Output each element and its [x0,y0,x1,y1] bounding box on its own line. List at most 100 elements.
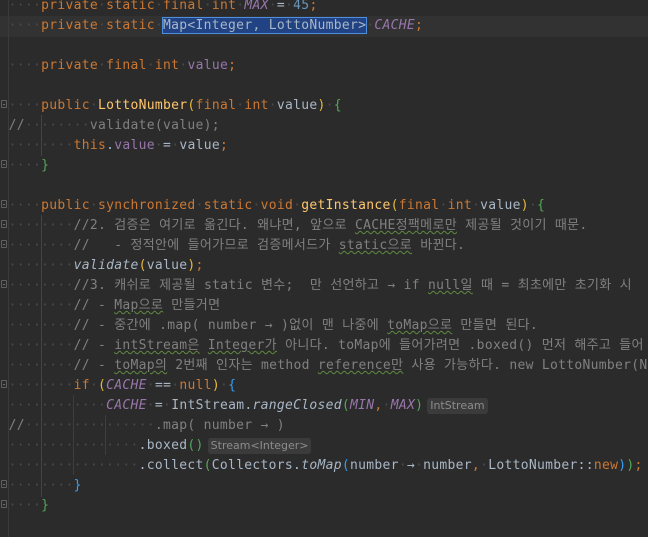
code-token: int [447,198,472,213]
code-token: MIN [350,398,375,413]
code-token: public [41,198,90,213]
whitespace: · [154,18,164,33]
code-line[interactable]: ····private·static·Map<Integer, LottoNum… [9,16,424,36]
type-hint: IntStream [427,398,488,414]
code-token: final [195,98,237,113]
code-token: ( [203,458,212,473]
whitespace: · [268,98,277,113]
code-token: ; [415,18,424,33]
code-token: // [8,118,25,133]
whitespace: · [220,378,229,393]
code-line[interactable]: //················.map( number → ) [9,416,285,436]
code-token: LottoNumber:: [488,458,594,473]
fold-icon[interactable] [1,100,7,108]
whitespace: ···· [8,58,42,73]
code-token: value [276,98,318,113]
whitespace: · [154,138,164,153]
code-token: = [154,398,164,413]
code-line[interactable]: ········this.value·=·value; [9,136,229,156]
code-line[interactable]: ········// - 정적안에 들어가므로 검증메서드가 static으로 … [9,236,466,256]
code-line[interactable]: ········} [9,476,82,496]
code-token: //2. 검증은 여기로 옮긴다. 왜냐면, 앞으로 [73,218,356,233]
code-token: toMap [301,458,342,473]
code-line[interactable]: ····} [9,156,50,176]
whitespace: ···· [8,0,42,13]
code-line[interactable]: ········// - 중간에 .map( number → )없이 맨 나중… [9,316,538,336]
code-token: // - [73,338,115,353]
code-token: 제공될 것이기 때문. [456,218,588,233]
code-token: Collectors. [211,458,302,473]
code-line[interactable]: ········// - toMap의 2번째 인자는 method refer… [9,356,648,376]
whitespace: · [203,0,212,13]
code-token: 만들거면 [163,298,221,313]
code-token: .map( number → ) [154,418,285,433]
whitespace: · [89,198,99,213]
code-token: value [187,58,229,73]
fold-icon[interactable] [1,280,7,288]
fold-icon[interactable] [1,240,7,248]
code-token: } [73,478,82,493]
code-line[interactable]: ········validate(value); [9,256,204,276]
code-token: synchronized [98,198,196,213]
whitespace: ················ [8,438,139,453]
code-line[interactable]: ················.collect(Collectors.toMa… [9,456,643,476]
code-token: { [333,98,342,113]
code-token: int [244,98,269,113]
whitespace: · [146,58,155,73]
code-token: ( [98,378,107,393]
code-line[interactable]: ········// - Map으로 만들거면 [9,296,221,316]
fold-icon[interactable] [1,160,7,168]
code-token: IntStream. [171,398,253,413]
code-line[interactable]: ····private·final·int·value; [9,56,237,76]
whitespace: ········ [8,258,74,273]
code-token: 아니다. toMap에 들어가려면 .boxed() 먼저 해주고 들어 [276,338,644,353]
code-token: null일 [428,278,473,293]
fold-icon[interactable] [1,380,7,388]
fold-icon[interactable] [1,500,7,508]
whitespace: · [252,198,261,213]
code-token: ( [341,398,351,413]
type-hint: Stream<Integer> [207,438,312,454]
code-token: ; [228,58,237,73]
code-token: reference만 [317,358,404,373]
code-token: static [203,198,253,213]
code-line[interactable]: ····private·static·final·int·MAX·=·45; [9,0,318,16]
whitespace: · [163,398,172,413]
code-token: toMap의 [114,358,168,373]
whitespace: ···· [8,158,42,173]
fold-icon[interactable] [1,200,7,208]
code-line[interactable]: ····} [9,496,50,516]
code-token: // - 중간에 .map( number → )없이 맨 나중에 [73,318,388,333]
code-token: number [349,458,399,473]
code-editor[interactable]: ····private·static·final·int·MAX·=·45; ··… [0,0,648,537]
code-line[interactable]: ····public·synchronized·static·void·getI… [9,196,546,216]
code-line[interactable]: ········//2. 검증은 여기로 옮긴다. 왜냐면, 앞으로 CACHE… [9,216,588,236]
code-token: MAX [244,0,269,13]
code-token: static [106,18,155,33]
whitespace: ················ [24,418,155,433]
whitespace: ········ [8,378,74,393]
whitespace: · [382,398,391,413]
whitespace: · [154,0,164,13]
code-token: ; [634,458,643,473]
code-token: private [41,58,98,73]
code-token: new [593,458,619,473]
code-line[interactable]: ········if·(CACHE·==·null)·{ [9,376,237,396]
code-token: // - 정적안에 들어가므로 검증메서드가 [73,238,339,253]
whitespace: ········ [8,138,74,153]
code-line[interactable]: ········// - intStream은 Integer가 아니다. to… [9,336,644,356]
whitespace: · [325,98,334,113]
code-token: value [114,138,155,153]
fold-icon[interactable] [1,220,7,228]
code-line[interactable]: ················.boxed() Stream<Integer> [9,436,312,456]
whitespace: ········ [8,358,74,373]
code-line[interactable]: ············CACHE·=·IntStream.rangeClose… [9,396,488,416]
code-line[interactable]: ····public·LottoNumber(final·int·value)·… [9,96,342,116]
whitespace: ········ [8,238,74,253]
code-line[interactable]: ········//3. 캐쉬로 제공될 static 변수; 만 선언하고 →… [9,276,632,296]
code-line[interactable]: //········validate(value); [9,116,220,136]
code-token: Map으로 [114,298,164,313]
fold-icon[interactable] [1,480,7,488]
code-token: 바뀐다. [412,238,466,253]
whitespace: ···· [8,18,42,33]
